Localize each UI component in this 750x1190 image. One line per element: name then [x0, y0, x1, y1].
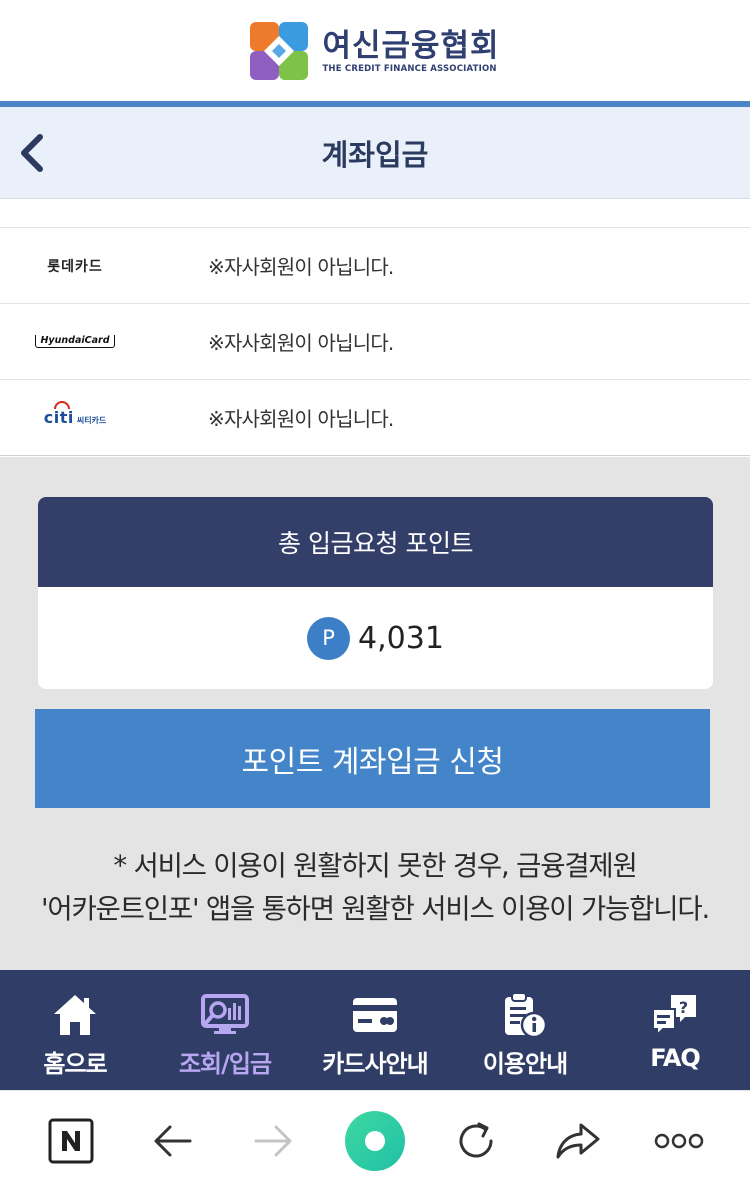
- nav-home-label: 홈으로: [43, 1050, 107, 1078]
- citi-brand: citi: [43, 401, 74, 427]
- inquiry-icon: [200, 988, 250, 1042]
- home-icon: [51, 988, 99, 1042]
- more-icon: [654, 1133, 704, 1148]
- naver-icon: [48, 1118, 94, 1163]
- summary-area: 총 입금요청 포인트 P 4,031 포인트 계좌입금 신청 * 서비스 이용이…: [0, 457, 750, 970]
- card-status-message: ※자사회원이 아닙니다.: [208, 255, 394, 279]
- points-header: 총 입금요청 포인트: [38, 497, 713, 587]
- card-icon: [352, 988, 398, 1042]
- lotte-card-brand: 롯데카드: [47, 258, 103, 275]
- browser-toolbar: [0, 1090, 750, 1190]
- forward-arrow-icon: [254, 1125, 292, 1156]
- nav-home[interactable]: 홈으로: [0, 970, 150, 1090]
- logo-subtitle: THE CREDIT FINANCE ASSOCIATION: [322, 64, 497, 74]
- apply-deposit-button[interactable]: 포인트 계좌입금 신청: [35, 709, 710, 808]
- refresh-icon: [459, 1122, 493, 1157]
- citi-brand-korean: 씨티카드: [76, 416, 107, 425]
- naver-button[interactable]: [36, 1106, 106, 1176]
- lotte-card-logo: 롯데카드: [0, 256, 150, 276]
- citi-brand-text: citi: [43, 408, 74, 427]
- browser-share-button[interactable]: [543, 1106, 613, 1176]
- service-notice: * 서비스 이용이 원활하지 못한 경우, 금융결제원 '어카운트인포' 앱을 …: [0, 845, 750, 931]
- hyundai-card-brand: HyundaiCard: [35, 335, 115, 348]
- nav-guide[interactable]: 이용안내: [450, 970, 600, 1090]
- nav-guide-label: 이용안내: [482, 1050, 568, 1078]
- list-item: citi 씨티카드 ※자사회원이 아닙니다.: [0, 380, 750, 456]
- points-value: 4,031: [358, 620, 444, 656]
- points-summary-box: 총 입금요청 포인트 P 4,031: [38, 497, 713, 689]
- citi-card-logo: citi 씨티카드: [0, 401, 150, 427]
- back-arrow-icon: [154, 1125, 192, 1156]
- logo-header: 여신금융협회 THE CREDIT FINANCE ASSOCIATION: [0, 0, 750, 102]
- logo-title: 여신금융협회: [322, 28, 500, 64]
- home-circle-icon: [344, 1110, 405, 1171]
- nav-faq-label: FAQ: [650, 1044, 701, 1072]
- nav-inquiry[interactable]: 조회/입금: [150, 970, 300, 1090]
- association-logo-icon: [250, 22, 309, 80]
- share-icon: [556, 1123, 600, 1158]
- browser-refresh-button[interactable]: [441, 1106, 511, 1176]
- svg-text:?: ?: [679, 998, 688, 1017]
- notice-line-1: * 서비스 이용이 원활하지 못한 경우, 금융결제원: [113, 850, 637, 882]
- card-status-message: ※자사회원이 아닙니다.: [208, 407, 394, 431]
- nav-card-companies-label: 카드사안내: [322, 1050, 428, 1078]
- nav-faq[interactable]: ? FAQ: [600, 970, 750, 1090]
- list-item: HyundaiCard ※자사회원이 아닙니다.: [0, 304, 750, 380]
- citi-arc-icon: [53, 401, 70, 409]
- browser-back-button[interactable]: [137, 1106, 207, 1176]
- page-title: 계좌입금: [321, 137, 429, 172]
- list-top-edge: [0, 200, 750, 228]
- browser-forward-button[interactable]: [239, 1106, 309, 1176]
- browser-home-button[interactable]: [340, 1106, 410, 1176]
- points-body: P 4,031: [38, 587, 713, 689]
- card-company-list: 롯데카드 ※자사회원이 아닙니다. HyundaiCard ※자사회원이 아닙니…: [0, 200, 750, 456]
- faq-icon: ?: [651, 988, 699, 1042]
- clipboard-info-icon: [502, 988, 548, 1042]
- nav-inquiry-label: 조회/입금: [178, 1050, 272, 1078]
- notice-line-2: '어카운트인포' 앱을 통하면 원활한 서비스 이용이 가능합니다.: [40, 893, 710, 925]
- list-item: 롯데카드 ※자사회원이 아닙니다.: [0, 228, 750, 304]
- card-status-message: ※자사회원이 아닙니다.: [208, 331, 394, 355]
- bottom-nav: 홈으로 조회/입금 카드사안내 이용안내 ? FAQ: [0, 970, 750, 1090]
- chevron-left-icon: [21, 134, 43, 172]
- association-logo[interactable]: 여신금융협회 THE CREDIT FINANCE ASSOCIATION: [250, 22, 499, 80]
- point-p-icon: P: [307, 616, 351, 660]
- browser-more-button[interactable]: [644, 1106, 714, 1176]
- back-button[interactable]: [12, 129, 52, 177]
- title-bar: 계좌입금: [0, 107, 750, 199]
- nav-card-companies[interactable]: 카드사안내: [300, 970, 450, 1090]
- hyundai-card-logo: HyundaiCard: [0, 335, 150, 348]
